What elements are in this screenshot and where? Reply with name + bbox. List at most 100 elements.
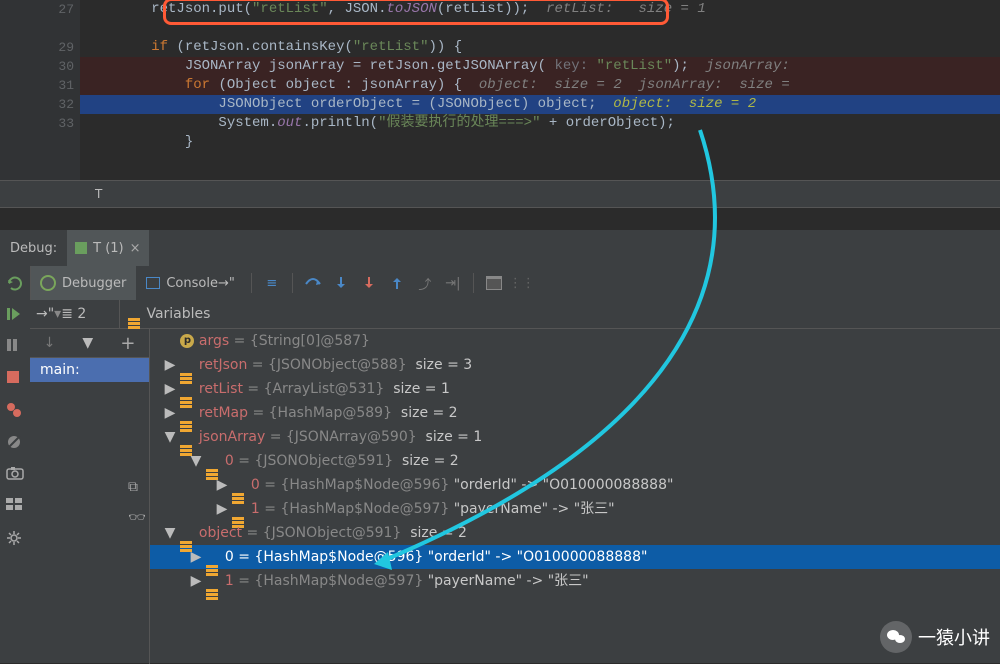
variable-node[interactable]: ▼ jsonArray = {JSONArray@590} size = 1 bbox=[150, 425, 1000, 449]
force-step-into-icon[interactable] bbox=[359, 273, 379, 293]
divider bbox=[251, 273, 252, 293]
code-line[interactable]: System.out.println("假装要执行的处理===>" + orde… bbox=[80, 114, 1000, 133]
evaluate-icon[interactable] bbox=[484, 273, 504, 293]
variable-node[interactable]: ▶ 1 = {HashMap$Node@597} "payerName" -> … bbox=[150, 497, 1000, 521]
twistie-icon[interactable] bbox=[164, 329, 176, 353]
twistie-icon[interactable]: ▶ bbox=[216, 473, 228, 497]
code-line[interactable]: if (retJson.containsKey("retList")) { bbox=[80, 38, 1000, 57]
variable-node[interactable]: ▶ 0 = {HashMap$Node@596} "orderId" -> "O… bbox=[150, 545, 1000, 569]
view-breakpoints-icon[interactable] bbox=[6, 402, 24, 420]
close-icon[interactable]: × bbox=[130, 241, 141, 256]
code-editor[interactable]: 27 29 30 31 32 33 retJson.put("retList",… bbox=[0, 0, 1000, 180]
variable-node[interactable]: ▼ object = {JSONObject@591} size = 2 bbox=[150, 521, 1000, 545]
line-number[interactable] bbox=[0, 133, 74, 152]
line-number[interactable]: 33 bbox=[0, 114, 74, 133]
twistie-icon[interactable]: ▶ bbox=[164, 377, 176, 401]
rerun-icon[interactable] bbox=[6, 274, 24, 292]
console-icon bbox=[146, 277, 160, 289]
divider bbox=[292, 273, 293, 293]
tab-debugger[interactable]: Debugger bbox=[30, 266, 136, 300]
settings-icon[interactable] bbox=[6, 530, 24, 548]
twistie-icon[interactable]: ▶ bbox=[164, 401, 176, 425]
editor-tabstrip[interactable]: T bbox=[0, 180, 1000, 208]
twistie-icon[interactable]: ▶ bbox=[190, 545, 202, 569]
variable-node[interactable]: ▶ retList = {ArrayList@531} size = 1 bbox=[150, 377, 1000, 401]
code-area[interactable]: retJson.put("retList", JSON.toJSON(retLi… bbox=[80, 0, 1000, 152]
object-icon bbox=[232, 480, 246, 490]
object-icon bbox=[232, 504, 246, 514]
variable-node[interactable]: ▶ 1 = {HashMap$Node@597} "payerName" -> … bbox=[150, 569, 1000, 593]
editor-tab-label[interactable]: T bbox=[95, 187, 102, 201]
debug-toolwindow-bar: Debug: T (1) × bbox=[0, 230, 1000, 267]
step-out-icon[interactable] bbox=[387, 273, 407, 293]
glasses-icon[interactable]: 👓︎ bbox=[128, 510, 146, 527]
debug-session-label: T (1) bbox=[93, 241, 124, 256]
code-line[interactable]: JSONArray jsonArray = retJson.getJSONArr… bbox=[80, 57, 1000, 76]
watermark: 一猿小讲 bbox=[880, 621, 990, 653]
camera-icon[interactable] bbox=[6, 466, 24, 484]
variables-panel: →" ▾≣ 2 Variables ↓ ▼ + main: p args = {… bbox=[30, 300, 1000, 663]
debugger-toolbar: Debugger Console →" ≡ ⤴ ⇥| ⋮⋮ bbox=[30, 266, 1000, 301]
code-line[interactable]: for (Object object : jsonArray) { object… bbox=[80, 76, 1000, 95]
debug-left-rail bbox=[0, 266, 31, 663]
variables-tree[interactable]: p args = {String[0]@587}▶ retJson = {JSO… bbox=[150, 329, 1000, 664]
editor-gutter[interactable]: 27 29 30 31 32 33 bbox=[0, 0, 80, 180]
line-number[interactable]: 29 bbox=[0, 38, 74, 57]
object-icon bbox=[180, 528, 194, 538]
variables-header: →" ▾≣ 2 Variables bbox=[30, 300, 1000, 329]
line-number[interactable]: 31 bbox=[0, 76, 74, 95]
twistie-icon[interactable]: ▶ bbox=[190, 569, 202, 593]
code-line[interactable]: } bbox=[80, 133, 1000, 152]
object-icon bbox=[180, 432, 194, 442]
variable-node[interactable]: ▼ 0 = {JSONObject@591} size = 2 bbox=[150, 449, 1000, 473]
filter-icon[interactable]: ▼ bbox=[82, 335, 93, 351]
mute-breakpoints-icon[interactable] bbox=[6, 434, 24, 452]
variable-node[interactable]: ▶ retJson = {JSONObject@588} size = 3 bbox=[150, 353, 1000, 377]
tab-console[interactable]: Console →" bbox=[136, 266, 244, 300]
variable-node[interactable]: p args = {String[0]@587} bbox=[150, 329, 1000, 353]
frame-row[interactable]: main: bbox=[30, 358, 149, 382]
line-number[interactable]: 27 bbox=[0, 0, 74, 19]
tree-side-icons: ⧉ 👓︎ bbox=[128, 480, 146, 527]
twistie-icon[interactable]: ▶ bbox=[216, 497, 228, 521]
layout-icon[interactable] bbox=[6, 498, 24, 516]
variable-node[interactable]: ▶ retMap = {HashMap@589} size = 2 bbox=[150, 401, 1000, 425]
twistie-icon[interactable]: ▶ bbox=[164, 353, 176, 377]
add-icon[interactable]: + bbox=[120, 333, 135, 354]
line-number[interactable]: 32 bbox=[0, 95, 74, 114]
drop-frame-icon[interactable]: ⤴ bbox=[415, 273, 435, 293]
copy-icon[interactable]: ⧉ bbox=[128, 480, 146, 496]
object-icon bbox=[180, 384, 194, 394]
step-into-icon[interactable] bbox=[331, 273, 351, 293]
step-over-icon[interactable] bbox=[303, 273, 323, 293]
twistie-icon[interactable]: ▼ bbox=[164, 425, 176, 449]
twistie-icon[interactable]: ▼ bbox=[164, 521, 176, 545]
twistie-icon[interactable]: ▼ bbox=[190, 449, 202, 473]
code-line[interactable] bbox=[80, 19, 1000, 38]
code-line-current[interactable]: JSONObject orderObject = (JSONObject) ob… bbox=[80, 95, 1000, 114]
step-down-icon[interactable]: ↓ bbox=[44, 335, 56, 351]
object-icon bbox=[206, 552, 220, 562]
object-icon bbox=[180, 408, 194, 418]
trace-icon[interactable]: ⋮⋮ bbox=[512, 273, 532, 293]
line-number[interactable] bbox=[0, 19, 74, 38]
variables-icon bbox=[128, 309, 142, 319]
run-config-icon bbox=[75, 242, 87, 254]
frames-header[interactable]: →" ▾≣ 2 bbox=[30, 300, 120, 328]
line-number[interactable]: 30 bbox=[0, 57, 74, 76]
resume-icon[interactable] bbox=[6, 306, 24, 324]
object-icon bbox=[206, 456, 220, 466]
debug-session-tab[interactable]: T (1) × bbox=[67, 230, 148, 266]
more-icon[interactable]: ≡ bbox=[262, 273, 282, 293]
stop-icon[interactable] bbox=[6, 370, 24, 388]
variable-node[interactable]: ▶ 0 = {HashMap$Node@596} "orderId" -> "O… bbox=[150, 473, 1000, 497]
debug-icon bbox=[40, 275, 56, 291]
param-icon: p bbox=[180, 334, 194, 348]
run-to-cursor-icon[interactable]: ⇥| bbox=[443, 273, 463, 293]
pause-icon[interactable] bbox=[6, 338, 24, 356]
code-line[interactable]: retJson.put("retList", JSON.toJSON(retLi… bbox=[80, 0, 1000, 19]
watermark-text: 一猿小讲 bbox=[918, 624, 990, 650]
object-icon bbox=[206, 576, 220, 586]
divider bbox=[473, 273, 474, 293]
object-icon bbox=[180, 360, 194, 370]
